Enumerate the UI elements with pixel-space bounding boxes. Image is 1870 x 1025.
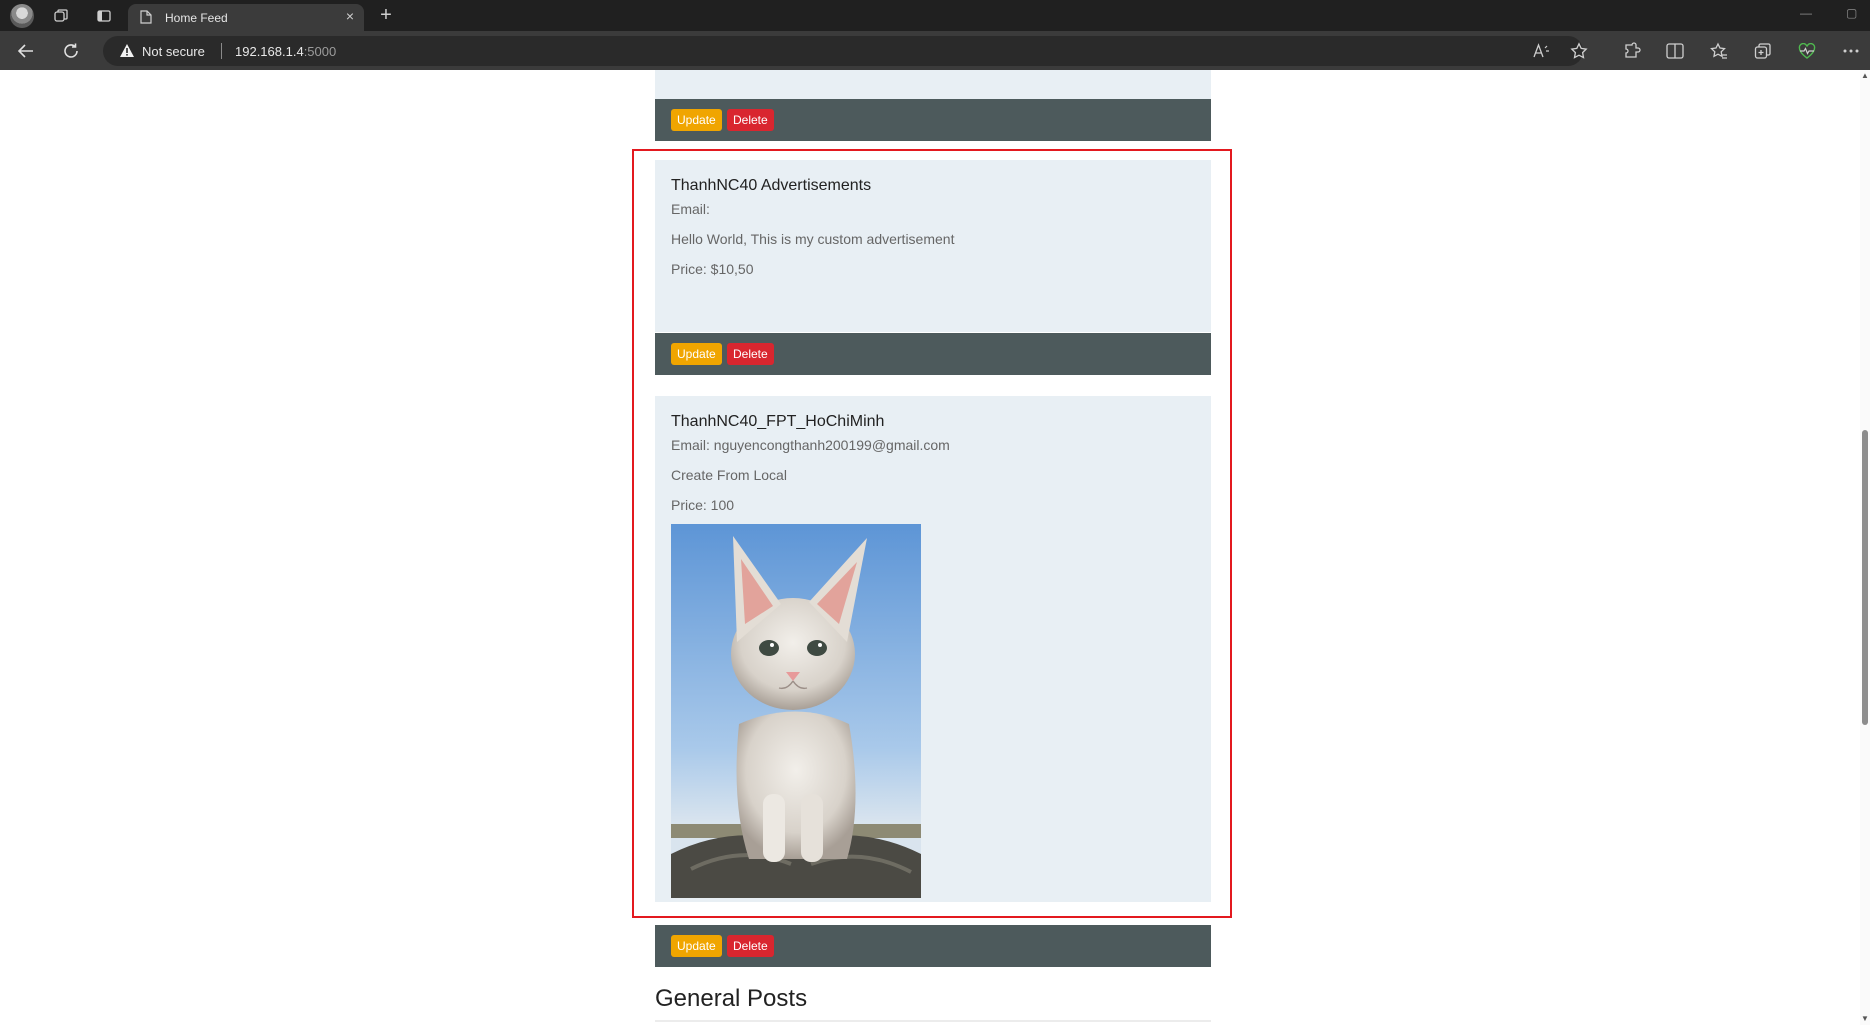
security-label[interactable]: Not secure — [142, 44, 205, 59]
read-aloud-icon[interactable] — [1529, 39, 1553, 63]
new-tab-button[interactable]: + — [374, 4, 398, 28]
split-screen-icon[interactable] — [1663, 39, 1687, 63]
address-bar-row: Not secure 192.168.1.4:5000 — [0, 31, 1870, 70]
refresh-icon[interactable] — [59, 39, 83, 63]
update-button[interactable]: Update — [671, 109, 722, 131]
restore-icon[interactable]: ▢ — [1846, 6, 1857, 20]
ad-card: ThanhNC40 Advertisements Email: Hello Wo… — [655, 160, 1211, 332]
section-divider — [655, 1020, 1211, 1022]
tab-actions-icon[interactable] — [93, 5, 115, 27]
url-text[interactable]: 192.168.1.4:5000 — [235, 44, 336, 59]
url-port: :5000 — [303, 44, 337, 59]
tab-title: Home Feed — [165, 11, 228, 25]
ad-actions: Update Delete — [655, 333, 1211, 375]
scrollbar-thumb[interactable] — [1862, 430, 1868, 725]
extensions-icon[interactable] — [1620, 39, 1644, 63]
ad-title: ThanhNC40_FPT_HoChiMinh — [671, 413, 885, 430]
page-icon — [140, 10, 152, 29]
delete-button[interactable]: Delete — [727, 343, 774, 365]
url-divider — [221, 43, 222, 59]
ad-email: Email: nguyencongthanh200199@gmail.com — [671, 437, 950, 453]
scroll-down-icon[interactable]: ▼ — [1861, 1015, 1869, 1023]
previous-ad-card — [655, 70, 1211, 100]
kitten-photo — [671, 524, 921, 898]
ad-actions: Update Delete — [655, 925, 1211, 967]
general-posts-heading: General Posts — [655, 985, 808, 1012]
ad-email: Email: — [671, 201, 710, 217]
favorites-icon[interactable] — [1707, 39, 1731, 63]
update-button[interactable]: Update — [671, 343, 722, 365]
ad-description: Hello World, This is my custom advertise… — [671, 231, 955, 247]
ad-description: Create From Local — [671, 467, 787, 483]
url-host: 192.168.1.4 — [235, 44, 304, 59]
url-field[interactable]: Not secure 192.168.1.4:5000 — [103, 36, 1583, 66]
page-viewport: Update Delete ThanhNC40 Advertisements E… — [3, 70, 1870, 1025]
ad-price: Price: 100 — [671, 497, 735, 513]
workspaces-icon[interactable] — [50, 5, 72, 27]
performance-heart-icon[interactable] — [1795, 39, 1819, 63]
favorite-star-icon[interactable] — [1567, 39, 1591, 63]
scroll-up-icon[interactable]: ▲ — [1861, 72, 1869, 80]
ad-card: ThanhNC40_FPT_HoChiMinh Email: nguyencon… — [655, 396, 1211, 902]
warning-icon[interactable] — [119, 43, 135, 63]
ad-title: ThanhNC40 Advertisements — [671, 177, 872, 194]
close-tab-icon[interactable]: × — [342, 8, 358, 24]
tab-home-feed[interactable]: Home Feed × — [128, 4, 364, 31]
ad-price: Price: $10,50 — [671, 261, 754, 277]
collections-icon[interactable] — [1751, 39, 1775, 63]
back-icon[interactable] — [14, 39, 38, 63]
delete-button[interactable]: Delete — [727, 109, 774, 131]
minimize-icon[interactable]: — — [1800, 6, 1812, 20]
more-menu-icon[interactable] — [1839, 39, 1863, 63]
previous-ad-actions: Update Delete — [655, 99, 1211, 141]
update-button[interactable]: Update — [671, 935, 722, 957]
delete-button[interactable]: Delete — [727, 935, 774, 957]
profile-avatar[interactable] — [10, 4, 34, 28]
tab-bar: Home Feed × + — ▢ — [0, 0, 1870, 31]
scrollbar[interactable]: ▲ ▼ — [1860, 70, 1870, 1025]
